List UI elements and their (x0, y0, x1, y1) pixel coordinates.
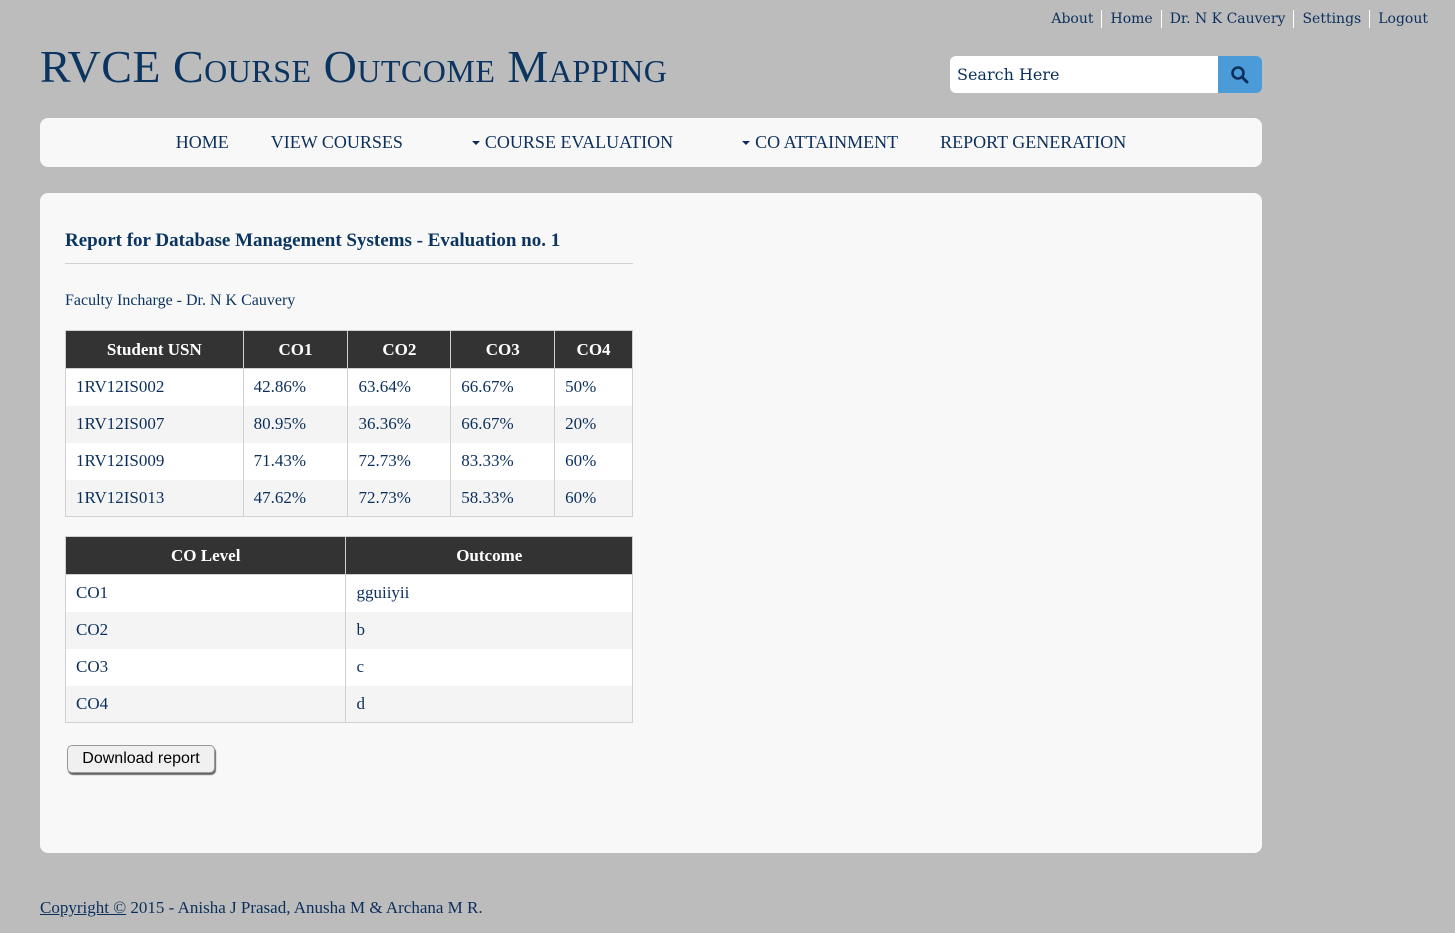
score-cell: 60% (554, 479, 633, 517)
logout-link[interactable]: Logout (1369, 10, 1436, 28)
score-cell: 42.86% (242, 368, 349, 406)
score-cell: 72.73% (347, 479, 452, 517)
nav-course-evaluation[interactable]: COURSE EVALUATION (471, 132, 674, 153)
column-header: Student USN (65, 330, 244, 369)
score-cell: 58.33% (450, 479, 556, 517)
home-link[interactable]: Home (1101, 10, 1160, 28)
footer: Copyright © 2015 - Anisha J Prasad, Anus… (40, 898, 483, 918)
report-heading: Report for Database Management Systems -… (65, 230, 633, 264)
score-cell: 47.62% (242, 479, 349, 517)
score-cell: 66.67% (450, 368, 556, 406)
usn-cell: 1RV12IS013 (65, 479, 244, 517)
nav-view-courses[interactable]: VIEW COURSES (271, 132, 403, 153)
score-cell: 66.67% (450, 405, 556, 443)
score-cell: 80.95% (242, 405, 349, 443)
co-outcome-table: CO Level Outcome CO1 gguiiyii CO2 b CO3 … (64, 536, 633, 723)
column-header: CO4 (554, 330, 633, 369)
nav-home[interactable]: HOME (176, 132, 229, 153)
nav-view-courses-label: VIEW COURSES (270, 132, 403, 152)
score-cell: 50% (554, 368, 633, 406)
usn-cell: 1RV12IS009 (65, 442, 244, 480)
table-row: 1RV12IS002 42.86% 63.64% 66.67% 50% (65, 368, 633, 406)
score-cell: 36.36% (347, 405, 452, 443)
table-row: 1RV12IS007 80.95% 36.36% 66.67% 20% (65, 405, 633, 443)
column-header: CO2 (347, 330, 452, 369)
table-row: CO1 gguiiyii (64, 574, 633, 612)
column-header: CO Level (64, 536, 347, 575)
nav-course-evaluation-label: COURSE EVALUATION (484, 132, 674, 152)
search-button[interactable] (1218, 56, 1262, 93)
table-row: 1RV12IS013 47.62% 72.73% 58.33% 60% (65, 479, 633, 517)
outcome-cell: c (345, 648, 633, 686)
score-cell: 20% (554, 405, 633, 443)
top-links: About Home Dr. N K Cauvery Settings Logo… (1043, 10, 1436, 28)
nav-report-generation[interactable]: REPORT GENERATION (940, 132, 1126, 153)
search-icon (1231, 65, 1249, 83)
about-link[interactable]: About (1043, 10, 1101, 28)
nav-report-generation-label: REPORT GENERATION (940, 132, 1127, 152)
usn-cell: 1RV12IS002 (65, 368, 244, 406)
nav-home-label: HOME (175, 132, 229, 152)
outcome-cell: b (345, 611, 633, 649)
score-cell: 63.64% (347, 368, 452, 406)
co-level-cell: CO2 (64, 611, 347, 649)
table-row: 1RV12IS009 71.43% 72.73% 83.33% 60% (65, 442, 633, 480)
co-level-cell: CO1 (64, 574, 347, 612)
footer-text: 2015 - Anisha J Prasad, Anusha M & Archa… (126, 898, 483, 917)
site-title: RVCE Course Outcome Mapping (40, 41, 668, 92)
table-row: CO2 b (64, 611, 633, 649)
usn-cell: 1RV12IS007 (65, 405, 244, 443)
score-cell: 71.43% (242, 442, 349, 480)
outcome-cell: d (345, 685, 633, 723)
copyright-link[interactable]: Copyright © (40, 898, 126, 917)
download-report-button[interactable]: Download report (67, 745, 215, 773)
score-cell: 60% (554, 442, 633, 480)
co-level-cell: CO3 (64, 648, 347, 686)
co-level-cell: CO4 (64, 685, 347, 723)
score-cell: 83.33% (450, 442, 556, 480)
settings-link[interactable]: Settings (1293, 10, 1369, 28)
search-box (950, 56, 1262, 93)
main-navbar: HOME VIEW COURSES COURSE EVALUATION CO A… (40, 118, 1262, 167)
faculty-incharge: Faculty Incharge - Dr. N K Cauvery (65, 292, 296, 309)
table-header-row: CO Level Outcome (64, 536, 633, 575)
outcome-cell: gguiiyii (345, 574, 633, 612)
nav-co-attainment-label: CO ATTAINMENT (755, 132, 899, 152)
column-header: Outcome (345, 536, 633, 575)
user-profile-link[interactable]: Dr. N K Cauvery (1160, 10, 1294, 28)
table-row: CO3 c (64, 648, 633, 686)
main-content: Report for Database Management Systems -… (40, 193, 1262, 853)
caret-down-icon (742, 140, 751, 145)
nav-co-attainment[interactable]: CO ATTAINMENT (742, 132, 898, 153)
column-header: CO1 (242, 330, 349, 369)
score-cell: 72.73% (347, 442, 452, 480)
caret-down-icon (471, 140, 480, 145)
search-input[interactable] (950, 56, 1218, 93)
table-header-row: Student USN CO1 CO2 CO3 CO4 (65, 330, 633, 369)
co-scores-table: Student USN CO1 CO2 CO3 CO4 1RV12IS002 4… (65, 330, 633, 517)
table-row: CO4 d (64, 685, 633, 723)
column-header: CO3 (450, 330, 556, 369)
